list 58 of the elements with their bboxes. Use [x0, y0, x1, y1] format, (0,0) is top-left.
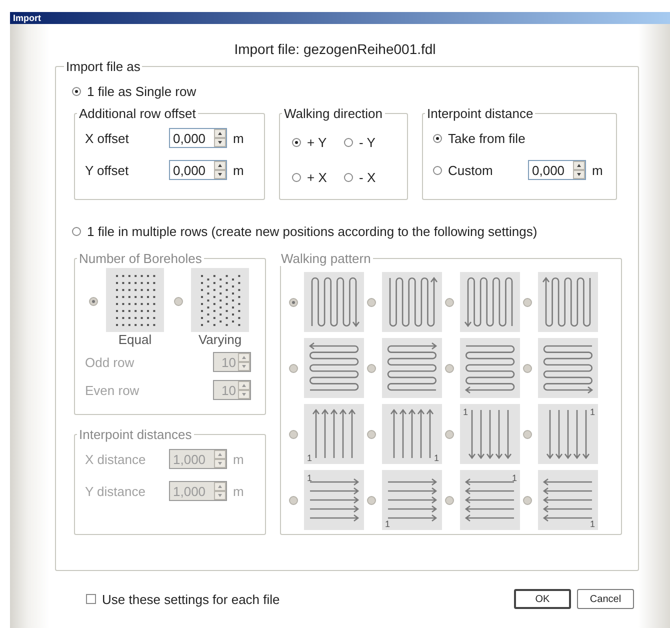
- start-label: 1: [590, 519, 595, 529]
- dialog-heading: Import file: gezogenReihe001.fdl: [233, 41, 437, 57]
- dot-grid-drawing: [106, 268, 164, 332]
- radio-button[interactable]: [292, 138, 301, 147]
- radio-label: - X: [359, 170, 376, 185]
- radio-label: 1 file as Single row: [87, 84, 196, 99]
- field-label: X offset: [85, 130, 130, 146]
- group-title: Walking direction: [283, 106, 384, 121]
- radio-button[interactable]: [433, 166, 442, 174]
- radio-button[interactable]: [344, 173, 353, 182]
- start-label: 1: [307, 453, 312, 463]
- unit-label: m: [233, 130, 244, 146]
- number-field[interactable]: 0,000: [169, 128, 227, 148]
- unit-label: m: [233, 452, 244, 466]
- number-field[interactable]: 0,000: [169, 160, 227, 180]
- start-label: 1: [385, 519, 390, 529]
- radio-button[interactable]: [344, 138, 353, 147]
- start-label: 1: [590, 407, 595, 417]
- start-label: 1: [307, 473, 312, 483]
- radio-label: Custom: [448, 162, 494, 178]
- radio-label: + Y: [307, 135, 327, 150]
- radio-button[interactable]: [72, 87, 81, 96]
- field-label: Odd row: [85, 354, 136, 370]
- start-label: 1: [463, 407, 468, 417]
- spinner-arrows[interactable]: [573, 161, 585, 179]
- checkbox-label: Use these settings for each file: [102, 592, 280, 606]
- unit-label: m: [592, 162, 603, 178]
- group-title: Import file as: [65, 59, 142, 74]
- radio-label: + X: [307, 170, 327, 185]
- option-label: Equal: [118, 332, 152, 347]
- dialog-button[interactable]: Cancel: [577, 589, 634, 609]
- group-title: Additional row offset: [78, 106, 197, 121]
- start-label: 1: [512, 473, 517, 483]
- window-title: Import: [13, 12, 41, 24]
- radio-label: Take from file: [448, 130, 526, 146]
- radio-button[interactable]: [433, 134, 442, 142]
- radio-button[interactable]: [292, 173, 301, 182]
- group-title: Interpoint distance: [426, 106, 534, 121]
- field-label: Y distance: [85, 484, 146, 498]
- radio-button[interactable]: [72, 227, 81, 236]
- start-label: 1: [434, 453, 439, 463]
- dot-grid-drawing: [191, 268, 249, 332]
- radio-label: - Y: [359, 135, 376, 150]
- group-title: Number of Boreholes: [78, 251, 203, 266]
- spinner-arrows[interactable]: [214, 129, 226, 147]
- spinner-arrows[interactable]: [214, 161, 226, 179]
- option-label: Varying: [198, 332, 242, 347]
- group-title: Interpoint distances: [78, 427, 193, 442]
- field-label: X distance: [85, 452, 147, 466]
- number-field[interactable]: 0,000: [528, 160, 586, 180]
- group-title: Walking pattern: [280, 251, 372, 266]
- checkbox[interactable]: [86, 594, 96, 604]
- radio-label: 1 file in multiple rows (create new positions according to the following settings): [87, 224, 538, 239]
- unit-label: m: [233, 162, 244, 178]
- unit-label: m: [233, 484, 244, 498]
- field-label: Even row: [85, 382, 140, 398]
- dialog-button[interactable]: OK: [514, 589, 571, 609]
- field-label: Y offset: [85, 162, 130, 178]
